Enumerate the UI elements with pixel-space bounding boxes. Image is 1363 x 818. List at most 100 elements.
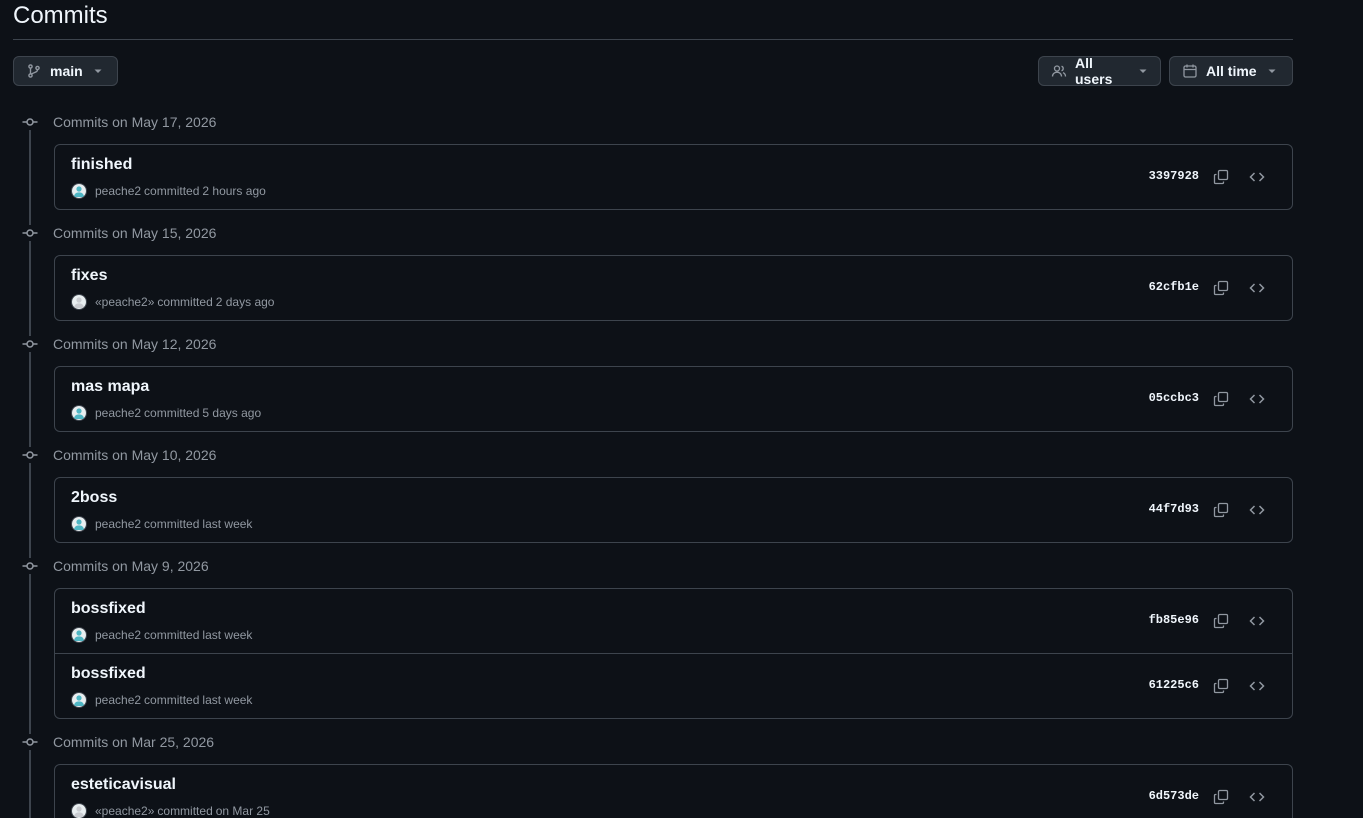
commit-row: esteticavisual «peache2» committed on Ma… — [55, 765, 1292, 818]
commit-group-header: Commits on Mar 25, 2026 — [13, 731, 1293, 753]
commit-action: committed — [157, 804, 213, 818]
commit-sha-link[interactable]: 6d573de — [1149, 789, 1199, 803]
commit-author[interactable]: peache2 — [95, 184, 141, 198]
commit-group: Commits on Mar 25, 2026 esteticavisual «… — [13, 731, 1293, 818]
copy-icon[interactable] — [1209, 674, 1233, 698]
commit-list: finished peache2 committed 2 hours ago 3… — [54, 144, 1293, 210]
commit-group-date: Commits on Mar 25, 2026 — [53, 734, 215, 750]
users-label: All users — [1075, 55, 1113, 87]
git-commit-icon — [22, 114, 38, 130]
copy-icon[interactable] — [1209, 276, 1233, 300]
commit-action: committed — [144, 693, 200, 707]
commit-author[interactable]: «peache2» — [95, 295, 154, 309]
commit-meta: peache2 committed last week — [71, 627, 252, 643]
copy-icon[interactable] — [1209, 165, 1233, 189]
commit-meta: peache2 committed last week — [71, 692, 252, 708]
users-filter-button[interactable]: All users — [1038, 55, 1161, 87]
commit-author[interactable]: peache2 — [95, 628, 141, 642]
commit-message[interactable]: bossfixed — [71, 600, 146, 618]
time-label: All time — [1206, 63, 1257, 79]
branch-label: main — [50, 63, 83, 79]
git-commit-icon — [22, 558, 38, 574]
copy-icon[interactable] — [1209, 785, 1233, 809]
copy-icon[interactable] — [1209, 387, 1233, 411]
toolbar: main All users All time — [13, 55, 1293, 88]
page-title: Commits — [13, 2, 108, 29]
commit-row: bossfixed peache2 committed last week 61… — [55, 653, 1292, 718]
main-content: Commits main All users All time Commits … — [13, 0, 1293, 818]
commit-groups: Commits on May 17, 2026 finished peache2… — [13, 111, 1293, 818]
commit-time: 5 days ago — [202, 406, 262, 420]
people-icon — [1051, 63, 1067, 79]
code-icon[interactable] — [1245, 785, 1269, 809]
commit-group-date: Commits on May 12, 2026 — [53, 336, 217, 352]
commit-message[interactable]: mas mapa — [71, 378, 149, 396]
avatar[interactable] — [71, 516, 87, 532]
avatar[interactable] — [71, 692, 87, 708]
commit-group-header: Commits on May 12, 2026 — [13, 333, 1293, 355]
commit-sha-link[interactable]: 3397928 — [1149, 169, 1199, 183]
commit-message[interactable]: fixes — [71, 267, 107, 285]
commit-sha-link[interactable]: 05ccbc3 — [1149, 391, 1199, 405]
commit-row: mas mapa peache2 committed 5 days ago 05… — [55, 367, 1292, 431]
commit-author[interactable]: peache2 — [95, 517, 141, 531]
commit-group: Commits on May 17, 2026 finished peache2… — [13, 111, 1293, 210]
commit-action: committed — [144, 184, 200, 198]
commit-list: 2boss peache2 committed last week 44f7d9… — [54, 477, 1293, 543]
commit-group-header: Commits on May 10, 2026 — [13, 444, 1293, 466]
avatar[interactable] — [71, 183, 87, 199]
commits-page: Commits main All users All time Commits … — [0, 0, 1363, 818]
commit-meta: peache2 committed 2 hours ago — [71, 183, 266, 199]
code-icon[interactable] — [1245, 165, 1269, 189]
title-divider — [13, 39, 1293, 40]
triangle-down-icon — [1267, 66, 1277, 76]
time-filter-button[interactable]: All time — [1169, 56, 1293, 86]
commit-time: 2 days ago — [215, 295, 275, 309]
commit-group: Commits on May 15, 2026 fixes «peache2» … — [13, 222, 1293, 321]
commit-sha-link[interactable]: fb85e96 — [1149, 613, 1199, 627]
commit-time: on Mar 25 — [215, 804, 270, 818]
code-icon[interactable] — [1245, 276, 1269, 300]
commit-list: bossfixed peache2 committed last week fb… — [54, 588, 1293, 719]
commit-sha-link[interactable]: 44f7d93 — [1149, 502, 1199, 516]
commit-author[interactable]: peache2 — [95, 406, 141, 420]
avatar[interactable] — [71, 405, 87, 421]
commit-row: finished peache2 committed 2 hours ago 3… — [55, 145, 1292, 209]
commit-message[interactable]: finished — [71, 156, 132, 174]
avatar[interactable] — [71, 803, 87, 818]
commit-timeline: Commits on May 17, 2026 finished peache2… — [13, 111, 1293, 818]
commit-action: committed — [157, 295, 213, 309]
code-icon[interactable] — [1245, 674, 1269, 698]
git-branch-icon — [26, 63, 42, 79]
avatar[interactable] — [71, 294, 87, 310]
commit-action: committed — [144, 517, 200, 531]
triangle-down-icon — [93, 66, 103, 76]
commit-time: last week — [202, 693, 253, 707]
commit-message[interactable]: 2boss — [71, 489, 117, 507]
code-icon[interactable] — [1245, 498, 1269, 522]
commit-group-header: Commits on May 17, 2026 — [13, 111, 1293, 133]
git-commit-icon — [22, 336, 38, 352]
commit-sha-link[interactable]: 62cfb1e — [1149, 280, 1199, 294]
commit-meta: peache2 committed 5 days ago — [71, 405, 261, 421]
code-icon[interactable] — [1245, 609, 1269, 633]
commit-message[interactable]: bossfixed — [71, 665, 146, 683]
copy-icon[interactable] — [1209, 498, 1233, 522]
commit-list: mas mapa peache2 committed 5 days ago 05… — [54, 366, 1293, 432]
branch-selector-button[interactable]: main — [13, 56, 118, 86]
git-commit-icon — [22, 734, 38, 750]
commit-group-date: Commits on May 9, 2026 — [53, 558, 209, 574]
commit-meta: peache2 committed last week — [71, 516, 252, 532]
commit-group-date: Commits on May 10, 2026 — [53, 447, 217, 463]
code-icon[interactable] — [1245, 387, 1269, 411]
commit-author[interactable]: «peache2» — [95, 804, 154, 818]
commit-row: 2boss peache2 committed last week 44f7d9… — [55, 478, 1292, 542]
copy-icon[interactable] — [1209, 609, 1233, 633]
commit-row: bossfixed peache2 committed last week fb… — [55, 589, 1292, 653]
commit-group-date: Commits on May 15, 2026 — [53, 225, 217, 241]
commit-author[interactable]: peache2 — [95, 693, 141, 707]
avatar[interactable] — [71, 627, 87, 643]
commit-sha-link[interactable]: 61225c6 — [1149, 678, 1199, 692]
commit-message[interactable]: esteticavisual — [71, 776, 176, 794]
commit-time: last week — [202, 517, 253, 531]
